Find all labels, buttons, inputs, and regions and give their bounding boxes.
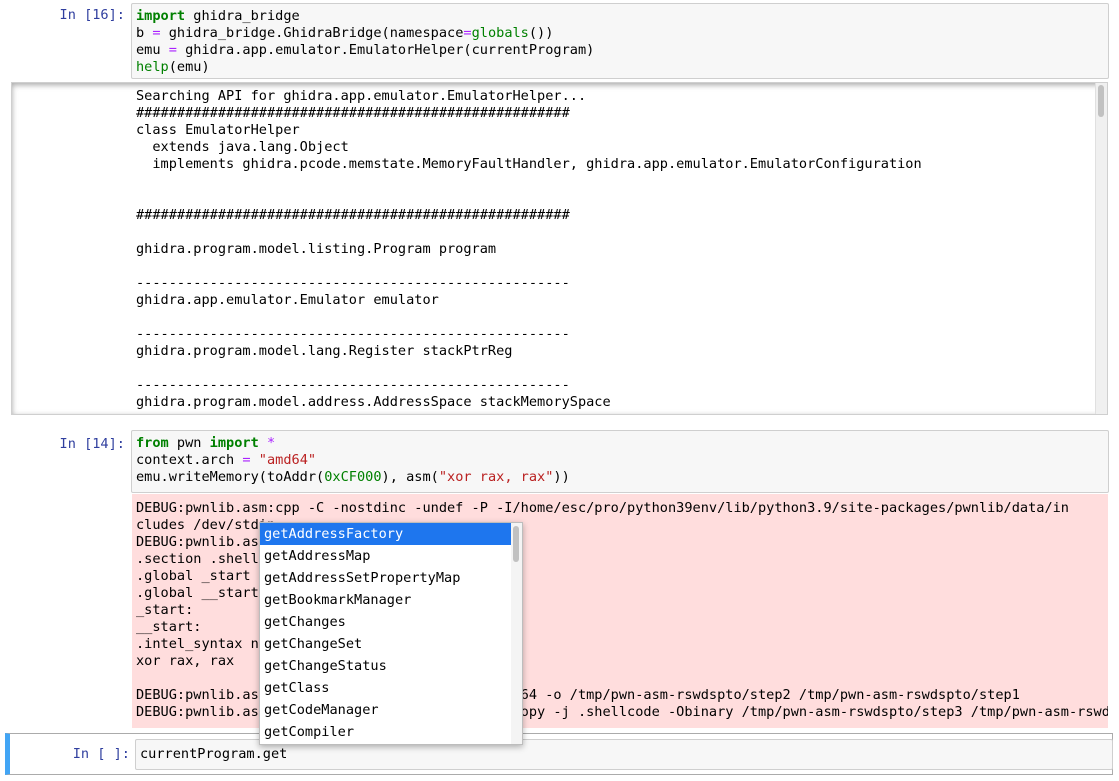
code-line: import ghidra_bridge <box>136 8 300 24</box>
code-input-text[interactable]: currentProgram.get <box>140 746 1112 763</box>
code-line: emu.writeMemory(toAddr(0xCF000), asm("xo… <box>136 469 570 485</box>
scrollbar-thumb[interactable] <box>1098 85 1104 117</box>
autocomplete-item[interactable]: getAddressFactory <box>260 523 522 545</box>
autocomplete-item[interactable]: getCompiler <box>260 721 522 743</box>
output-line: class EmulatorHelper <box>136 122 300 138</box>
autocomplete-item[interactable]: getAddressMap <box>260 545 522 567</box>
autocomplete-item[interactable]: getChanges <box>260 611 522 633</box>
input-prompt: In [16]: <box>59 7 125 23</box>
output-line: ----------------------------------------… <box>136 377 570 393</box>
output-line: ########################################… <box>136 207 570 223</box>
autocomplete-item[interactable]: getChangeStatus <box>260 655 522 677</box>
output-line: ghidra.program.model.lang.Register stack… <box>136 343 513 359</box>
autocomplete-scrollbar[interactable] <box>511 523 522 744</box>
output-line: ----------------------------------------… <box>136 326 570 342</box>
output-scrollbar[interactable] <box>1095 83 1107 414</box>
output-line: ########################################… <box>136 105 570 121</box>
output-area[interactable]: Searching API for ghidra.app.emulator.Em… <box>11 82 1108 415</box>
active-cell[interactable]: In [ ]: currentProgram.get <box>5 733 1113 775</box>
input-prompt: In [ ]: <box>72 746 130 762</box>
scrollbar-thumb[interactable] <box>513 526 519 562</box>
output-line: ghidra.program.model.listing.Program pro… <box>136 241 497 257</box>
code-line: emu = ghidra.app.emulator.EmulatorHelper… <box>136 42 595 58</box>
output-text: Searching API for ghidra.app.emulator.Em… <box>136 88 922 411</box>
code-line: from pwn import * <box>136 435 276 451</box>
autocomplete-item[interactable]: getAddressSetPropertyMap <box>260 567 522 589</box>
output-line: ghidra.program.model.address.AddressSpac… <box>136 394 611 410</box>
output-line: ghidra.app.emulator.Emulator emulator <box>136 292 439 308</box>
autocomplete-item[interactable]: getChangeSet <box>260 633 522 655</box>
output-line: Searching API for ghidra.app.emulator.Em… <box>136 88 587 104</box>
autocomplete-item[interactable]: getCodeManager <box>260 699 522 721</box>
code-line: b = ghidra_bridge.GhidraBridge(namespace… <box>136 25 554 41</box>
output-line: ----------------------------------------… <box>136 275 570 291</box>
autocomplete-dropdown[interactable]: getAddressFactory getAddressMap getAddress… <box>259 522 523 745</box>
output-line: extends java.lang.Object <box>136 139 349 155</box>
autocomplete-item[interactable]: getClass <box>260 677 522 699</box>
code-line: context.arch = "amd64" <box>136 452 317 468</box>
autocomplete-list: getAddressFactory getAddressMap getAddress… <box>260 523 522 743</box>
input-prompt: In [14]: <box>59 436 125 452</box>
code-line: help(emu) <box>136 59 210 75</box>
code-input[interactable]: from pwn import * context.arch = "amd64"… <box>131 430 1109 493</box>
autocomplete-item[interactable]: getBookmarkManager <box>260 589 522 611</box>
code-input[interactable]: import ghidra_bridge b = ghidra_bridge.G… <box>131 3 1109 79</box>
output-line: DEBUG:pwnlib.asm:cpp -C -nostdinc -undef… <box>136 500 1069 516</box>
output-line: implements ghidra.pcode.memstate.MemoryF… <box>136 156 922 172</box>
